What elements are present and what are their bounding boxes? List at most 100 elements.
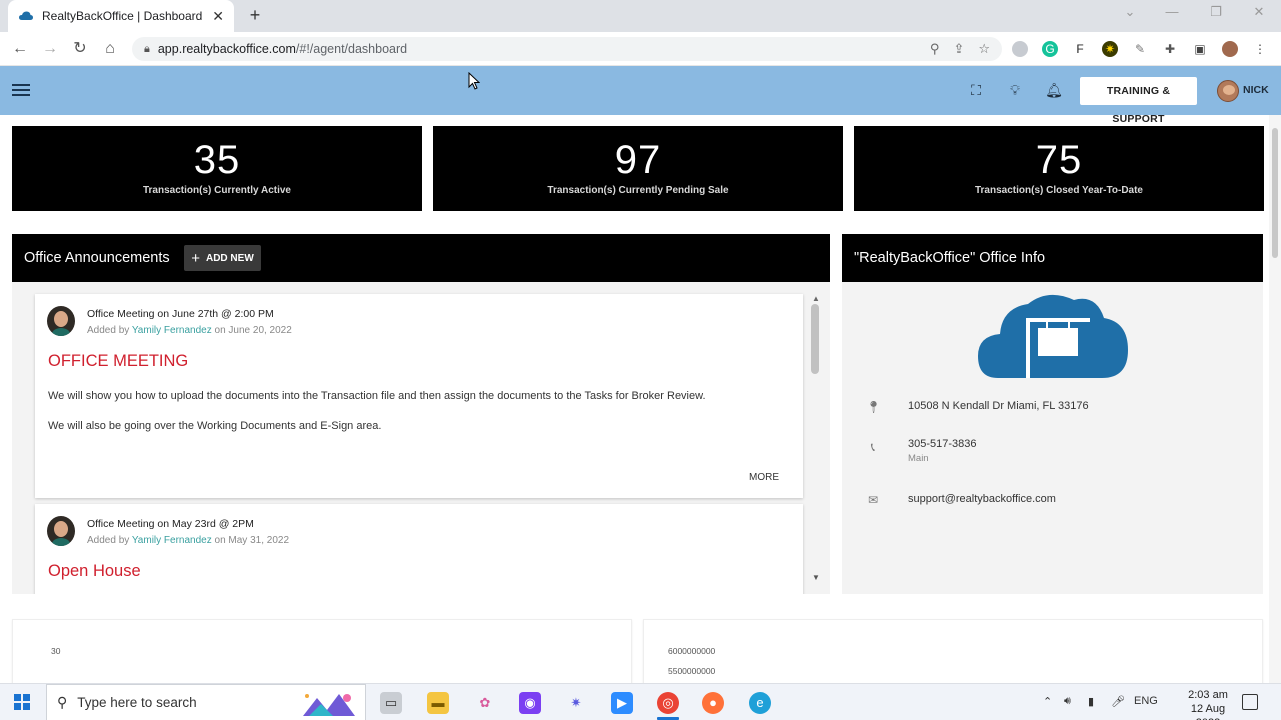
announcement-date: on June 20, 2022 (214, 325, 292, 336)
side-panel-icon[interactable]: ▣ (1192, 41, 1208, 57)
profile-avatar-icon[interactable] (1222, 41, 1238, 57)
new-tab-button[interactable]: + (244, 4, 266, 26)
right-chart-card: 6000000000 5500000000 (643, 619, 1263, 689)
microphone-icon[interactable]: 🎤︎ (1111, 695, 1125, 708)
app-purple-icon[interactable]: ◉ (519, 692, 541, 714)
maximize-icon[interactable]: ❐ (1204, 4, 1228, 20)
announcements-list[interactable]: Office Meeting on June 27th @ 2:00 PM Ad… (12, 282, 830, 594)
file-explorer-icon[interactable]: ▬ (427, 692, 449, 714)
author-link[interactable]: Yamily Fernandez (132, 325, 212, 336)
announcement-heading: Office Meeting on June 27th @ 2:00 PM (87, 308, 274, 320)
close-window-icon[interactable]: ✕ (1247, 4, 1271, 20)
clock-date: 12 Aug 2022 (1190, 703, 1226, 720)
scroll-thumb[interactable] (811, 304, 819, 374)
minimize-icon[interactable]: — (1160, 4, 1184, 19)
extension-wheel-icon[interactable]: ✷ (1102, 41, 1118, 57)
office-phone[interactable]: 305-517-3836 (908, 438, 977, 450)
browser-menu-icon[interactable]: ⋮ (1252, 41, 1268, 57)
announcements-panel: Office Announcements + ADD NEW Office Me… (12, 234, 830, 594)
extensions-puzzle-icon[interactable]: ✚ (1162, 41, 1178, 57)
office-email-row: ✉ support@realtybackoffice.com (842, 493, 1263, 513)
announcements-header: Office Announcements + ADD NEW (12, 234, 830, 282)
office-email[interactable]: support@realtybackoffice.com (908, 493, 1056, 505)
taskbar-clock[interactable]: 2:03 am 12 Aug 2022 (1178, 688, 1238, 720)
announcements-scrollbar[interactable]: ▲ ▼ (810, 294, 822, 582)
url-host: app.realtybackoffice.com (157, 42, 296, 56)
tray-chevron-icon[interactable]: ⌃ (1043, 695, 1052, 708)
bookmark-star-icon[interactable]: ☆ (978, 41, 990, 57)
app-header: ⛶ 💡︎ 🔔︎ TRAINING & SUPPORT NICK (0, 66, 1281, 125)
chrome-app-icon[interactable]: ◎ (657, 692, 679, 714)
windows-start-icon[interactable] (14, 694, 31, 711)
browser-toolbar: ← → ↻ ⌂ 🔒︎ app.realtybackoffice.com/#!/a… (0, 32, 1281, 66)
page-scrollbar-thumb[interactable] (1272, 128, 1278, 258)
back-icon[interactable]: ← (9, 38, 31, 60)
notification-bell-icon[interactable]: 🔔︎ (1045, 81, 1063, 99)
author-avatar (47, 516, 75, 546)
file-manager-app-icon[interactable]: ▭ (380, 692, 402, 714)
firefox-app-icon[interactable]: ● (702, 692, 724, 714)
browser-tab[interactable]: RealtyBackOffice | Dashboard ✕ (8, 0, 234, 32)
home-icon[interactable]: ⌂ (99, 38, 121, 60)
stat-value: 35 (193, 138, 241, 182)
settings-gear-app-icon[interactable]: ✷ (565, 692, 587, 714)
office-address-row: 📍︎ 10508 N Kendall Dr Miami, FL 33176 (842, 400, 1263, 420)
author-link[interactable]: Yamily Fernandez (132, 535, 212, 546)
stat-closed-transactions[interactable]: 75 Transaction(s) Closed Year-To-Date (854, 126, 1264, 211)
stat-label: Transaction(s) Currently Pending Sale (547, 185, 729, 196)
user-name[interactable]: NICK (1243, 84, 1269, 96)
search-placeholder: Type here to search (77, 695, 197, 710)
announcement-body: We will also be going over the Working D… (48, 420, 382, 432)
menu-icon[interactable] (12, 81, 30, 99)
stat-label: Transaction(s) Currently Active (142, 185, 291, 196)
forward-icon[interactable]: → (39, 38, 61, 60)
lightbulb-icon[interactable]: 💡︎ (1006, 81, 1024, 99)
stat-active-transactions[interactable]: 35 Transaction(s) Currently Active (12, 126, 422, 211)
add-new-label: ADD NEW (205, 252, 254, 264)
cloud-favicon-icon (19, 11, 33, 20)
announcements-title: Office Announcements (24, 250, 170, 266)
add-new-button[interactable]: + ADD NEW (184, 245, 261, 271)
language-indicator[interactable]: ENG (1134, 695, 1158, 707)
extension-f-icon[interactable]: F (1072, 41, 1088, 57)
announcement-heading: Office Meeting on May 23rd @ 2PM (87, 518, 254, 530)
tab-search-chevron-icon[interactable]: ⌄ (1118, 4, 1142, 20)
url-path: /#!/agent/dashboard (295, 42, 408, 56)
phone-type: Main (908, 453, 929, 464)
stat-value: 75 (1035, 138, 1083, 182)
battery-icon[interactable]: ▮ (1088, 695, 1094, 708)
announcement-card: Office Meeting on June 27th @ 2:00 PM Ad… (35, 294, 803, 498)
left-chart-card: 30 (12, 619, 632, 689)
close-tab-icon[interactable]: ✕ (212, 8, 224, 25)
share-icon[interactable]: ⇪ (953, 41, 964, 57)
mouse-cursor-icon (468, 72, 480, 90)
y-tick-label: 6000000000 (668, 646, 716, 656)
stat-value: 97 (614, 138, 662, 182)
extension-grey-icon[interactable] (1012, 41, 1028, 57)
extension-pen-icon[interactable]: ✎ (1132, 41, 1148, 57)
fullscreen-icon[interactable]: ⛶ (967, 81, 985, 99)
reload-icon[interactable]: ↻ (69, 38, 91, 60)
stat-pending-transactions[interactable]: 97 Transaction(s) Currently Pending Sale (433, 126, 843, 211)
announcement-body: We will show you how to upload the docum… (48, 390, 706, 402)
edge-app-icon[interactable]: e (749, 692, 771, 714)
notification-center-icon[interactable] (1242, 694, 1258, 710)
zoom-icon[interactable]: ⚲ (930, 41, 940, 57)
training-support-button[interactable]: TRAINING & SUPPORT (1080, 77, 1197, 125)
more-button[interactable]: MORE (749, 472, 779, 483)
volume-icon[interactable]: 🔊︎ (1064, 695, 1071, 708)
user-avatar[interactable] (1217, 80, 1239, 102)
plus-icon: + (191, 249, 200, 267)
grammarly-extension-icon[interactable]: G (1042, 41, 1058, 57)
address-bar[interactable]: 🔒︎ app.realtybackoffice.com/#!/agent/das… (132, 37, 1002, 61)
announcement-title: Open House (48, 562, 141, 580)
office-info-title: "RealtyBackOffice" Office Info (854, 250, 1046, 266)
zoom-app-icon[interactable]: ▶ (611, 692, 633, 714)
screen-tool-icon[interactable]: ✿ (474, 692, 496, 714)
scroll-down-arrow-icon[interactable]: ▼ (812, 573, 820, 582)
search-highlight-art-icon (303, 694, 355, 716)
author-avatar (47, 306, 75, 336)
windows-taskbar: ⚲ Type here to search ▭ ▬ ✿ ◉ ✷ ▶ ◎ ● e … (0, 683, 1281, 720)
taskbar-search-box[interactable]: ⚲ Type here to search (46, 684, 366, 720)
scroll-up-arrow-icon[interactable]: ▲ (812, 294, 820, 303)
